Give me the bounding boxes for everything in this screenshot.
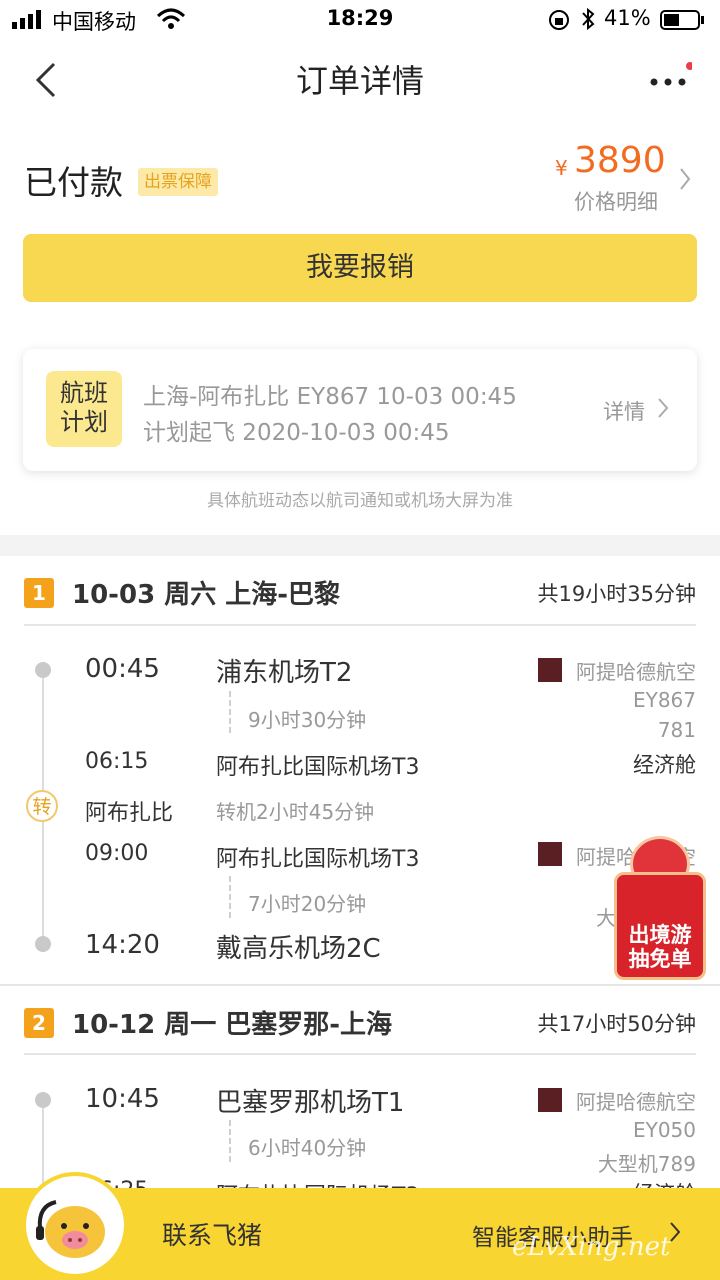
carrier-label: 中国移动 — [52, 10, 136, 34]
segment-header: 10-12 周一 巴塞罗那-上海 — [72, 1010, 393, 1040]
promo-line1: 出境游 — [628, 923, 692, 947]
clock: 18:29 — [326, 6, 394, 30]
aircraft-type: 大型机789 — [597, 1152, 696, 1176]
departure-time: 00:45 — [85, 654, 160, 684]
flight-plan-card[interactable]: 航班 计划 上海-阿布扎比 EY867 10-03 00:45 计划起飞 202… — [23, 349, 697, 471]
timeline-dot — [35, 936, 51, 952]
airline-logo — [538, 1088, 562, 1112]
arrival-time: 14:20 — [85, 930, 160, 960]
back-icon[interactable] — [30, 60, 64, 100]
price-detail-link[interactable]: 价格明细 — [574, 186, 658, 216]
arrival-time: 06:15 — [85, 749, 149, 774]
departure-time: 09:00 — [85, 841, 149, 866]
currency-symbol: ¥ — [555, 156, 568, 180]
reimburse-label: 我要报销 — [306, 252, 414, 283]
page-title: 订单详情 — [295, 62, 424, 100]
promo-card: 出境游 抽免单 — [614, 872, 706, 980]
order-summary: 已付款 出票保障 ¥ 3890 价格明细 我要报销 航班 计划 上海-阿布扎比 … — [0, 120, 720, 535]
airline-logo — [538, 658, 562, 682]
battery-icon — [660, 10, 706, 34]
transfer-duration: 转机2小时45分钟 — [216, 800, 375, 824]
chevron-right-icon[interactable] — [678, 166, 692, 196]
status-bar: 中国移动 18:29 41% — [0, 0, 720, 40]
flight-number: EY050 — [632, 1118, 696, 1142]
divider — [24, 624, 696, 626]
order-status: 已付款 — [24, 163, 123, 202]
badge-line1: 航班 — [60, 379, 108, 407]
transfer-city: 阿布扎比 — [85, 801, 174, 826]
timeline-dot — [35, 1092, 51, 1108]
chevron-right-icon — [657, 397, 669, 423]
segment-total-duration: 共19小时35分钟 — [537, 582, 696, 606]
rotation-lock-icon — [548, 9, 570, 35]
departure-airport: 浦东机场T2 — [216, 658, 353, 688]
flight-plan-detail-label: 详情 — [603, 400, 645, 424]
flight-duration: 9小时30分钟 — [248, 708, 367, 732]
section-divider — [0, 984, 720, 986]
watermark: eLvXing.net — [512, 1232, 671, 1262]
contact-label[interactable]: 联系飞猪 — [162, 1216, 262, 1252]
badge-line2: 计划 — [60, 408, 108, 436]
transfer-icon: 转 — [26, 790, 58, 822]
mascot-avatar[interactable] — [22, 1172, 128, 1278]
duration-dash — [229, 691, 231, 733]
flight-duration: 7小时20分钟 — [248, 892, 367, 916]
flight-status-note: 具体航班动态以航司通知或机场大屏为准 — [207, 491, 513, 511]
airline-logo — [538, 842, 562, 866]
flight-plan-route: 上海-阿布扎比 EY867 10-03 00:45 — [143, 384, 517, 410]
segment-index-badge: 2 — [24, 1008, 54, 1038]
flight-duration: 6小时40分钟 — [248, 1136, 367, 1160]
airline-name: 阿提哈德航空 — [576, 660, 696, 684]
aircraft-type: 大 — [596, 906, 616, 930]
battery-percent: 41% — [604, 6, 651, 30]
aircraft-type: 781 — [657, 718, 696, 742]
arrival-airport: 戴高乐机场2C — [216, 934, 381, 964]
signal-icon — [12, 10, 46, 34]
timeline-dot — [35, 662, 51, 678]
divider — [24, 1053, 696, 1055]
cabin-class: 经济舱 — [633, 753, 696, 777]
bluetooth-icon — [580, 7, 596, 35]
wifi-icon — [156, 8, 186, 34]
order-price: 3890 — [574, 140, 666, 181]
departure-airport: 阿布扎比国际机场T3 — [216, 847, 420, 872]
airline-name: 阿提哈德航空 — [576, 1090, 696, 1114]
promo-badge[interactable]: 出境游 抽免单 — [612, 836, 708, 982]
ticket-guarantee-tag: 出票保障 — [138, 168, 218, 196]
segment-index-badge: 1 — [24, 578, 54, 608]
duration-dash — [229, 876, 231, 918]
flight-plan-departure: 计划起飞 2020-10-03 00:45 — [143, 420, 450, 446]
bottom-bar: 联系飞猪 智能客服小助手 eLvXing.net — [0, 1172, 720, 1280]
flight-plan-badge: 航班 计划 — [46, 371, 122, 447]
nav-bar: 订单详情 — [0, 40, 720, 120]
arrival-airport: 阿布扎比国际机场T3 — [216, 755, 420, 780]
departure-time: 10:45 — [85, 1084, 160, 1114]
more-icon[interactable] — [648, 62, 694, 98]
flight-number: EY867 — [632, 688, 696, 712]
promo-line2: 抽免单 — [628, 947, 692, 971]
duration-dash — [229, 1120, 231, 1162]
segment-header: 10-03 周六 上海-巴黎 — [72, 580, 341, 610]
segment-total-duration: 共17小时50分钟 — [537, 1012, 696, 1036]
departure-airport: 巴塞罗那机场T1 — [216, 1088, 405, 1118]
reimburse-button[interactable]: 我要报销 — [23, 234, 697, 302]
